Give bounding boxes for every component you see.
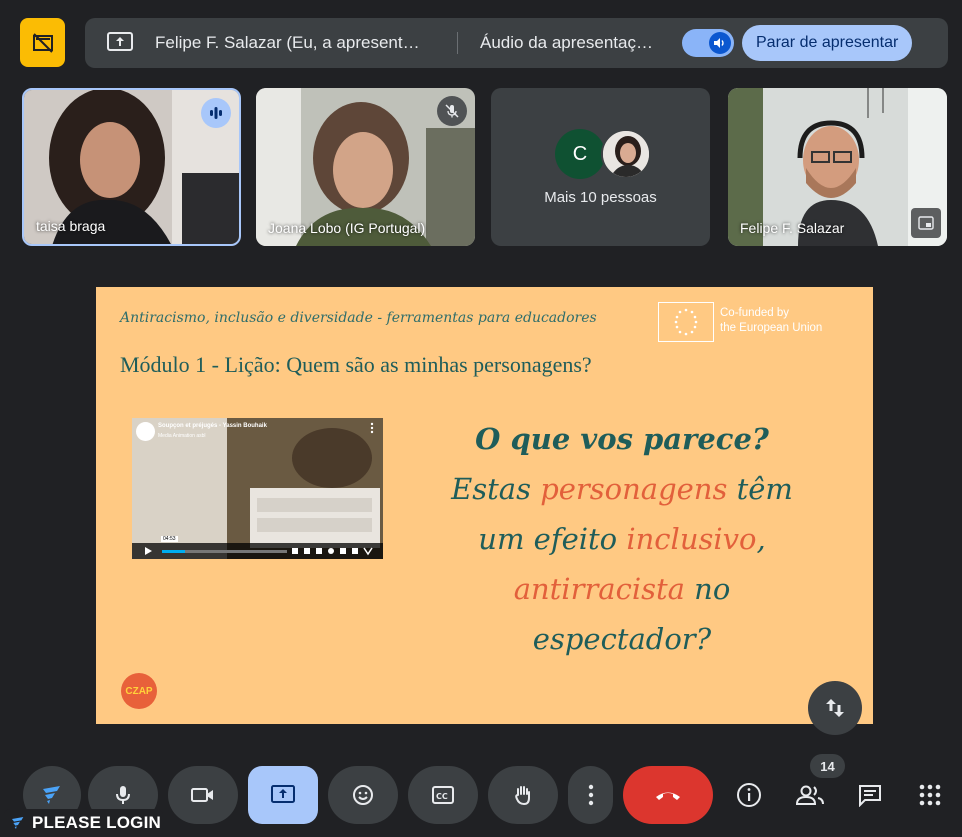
highlight-text: antirracista	[513, 572, 685, 606]
embedded-video[interactable]: Soupçon et préjugés - Yassin Bouhaik Med…	[132, 418, 383, 559]
people-button[interactable]	[790, 775, 830, 815]
avatar: C	[555, 129, 605, 179]
speaking-icon	[201, 98, 231, 128]
highlight-text: inclusivo	[626, 522, 757, 556]
slide-line: um efeito inclusivo,	[422, 522, 822, 556]
video-camera-icon	[191, 788, 213, 802]
extension-logo-icon	[43, 786, 60, 804]
extension-logo-icon	[12, 817, 24, 829]
leave-call-button[interactable]	[623, 766, 713, 824]
svg-text:CC: CC	[436, 792, 448, 801]
closed-captions-icon: CC	[432, 786, 454, 804]
call-end-icon	[656, 792, 680, 800]
more-vert-icon	[588, 784, 593, 806]
apps-grid-icon	[919, 784, 941, 806]
reactions-button[interactable]	[328, 766, 398, 824]
text-span: um efeito	[478, 522, 627, 556]
participant-name: taisa braga	[36, 218, 106, 234]
more-options-button[interactable]	[568, 766, 613, 824]
volume-icon	[709, 32, 731, 54]
more-participants-tile[interactable]: C Mais 10 pessoas	[491, 88, 710, 246]
presentation-audio-label: Áudio da apresentaç…	[480, 33, 653, 52]
raise-hand-button[interactable]	[488, 766, 558, 824]
eu-flag-logo	[658, 302, 714, 342]
text-span: Estas	[451, 472, 541, 506]
participant-tile-taisa[interactable]: taisa braga	[22, 88, 241, 246]
slide-line: antirracista no	[422, 572, 822, 606]
slide-line: Estas personagens têm	[422, 472, 822, 506]
present-screen-icon	[105, 32, 135, 54]
please-login-button[interactable]: PLEASE LOGIN	[4, 809, 163, 837]
video-title: Soupçon et préjugés - Yassin Bouhaik	[158, 423, 267, 429]
presentation-audio-toggle[interactable]	[682, 29, 734, 57]
swap-layout-button[interactable]	[808, 681, 862, 735]
participant-tile-felipe[interactable]: Felipe F. Salazar	[728, 88, 947, 246]
text-span: no	[684, 572, 731, 606]
camera-button[interactable]	[168, 766, 238, 824]
avatar-group: C	[555, 129, 651, 179]
login-label: PLEASE LOGIN	[32, 813, 161, 832]
slide-line: espectador?	[532, 622, 712, 656]
meeting-details-button[interactable]	[729, 775, 769, 815]
stop-presenting-button[interactable]: Parar de apresentar	[742, 25, 913, 61]
text-span: ,	[756, 522, 766, 556]
eu-text-line: the European Union	[720, 322, 823, 334]
video-progress-fill	[162, 550, 185, 553]
participant-tile-joana[interactable]: Joana Lobo (IG Portugal)	[256, 88, 475, 246]
slide-question: O que vos parece?	[475, 422, 769, 456]
screen-off-icon	[32, 32, 53, 53]
present-screen-button[interactable]	[248, 766, 318, 824]
czap-logo: CZAP	[121, 673, 157, 709]
participant-name: Felipe F. Salazar	[740, 220, 845, 236]
activities-button[interactable]	[910, 775, 950, 815]
chat-icon	[859, 785, 881, 807]
microphone-icon	[116, 786, 130, 804]
eu-cofunded-text: Co-funded by the European Union	[720, 306, 822, 336]
info-icon	[737, 783, 761, 807]
participant-name: Joana Lobo (IG Portugal)	[268, 220, 426, 236]
slide-title: Módulo 1 - Lição: Quem são as minhas per…	[120, 352, 592, 377]
presentation-bar: Felipe F. Salazar (Eu, a apresent… Áudio…	[85, 18, 948, 68]
chat-button[interactable]	[850, 775, 890, 815]
captions-button[interactable]: CC	[408, 766, 478, 824]
slide-header: Antiracismo, inclusão e diversidade - fe…	[120, 310, 597, 326]
highlight-text: personagens	[540, 472, 728, 506]
emoji-icon	[353, 785, 373, 805]
video-control-icons[interactable]	[290, 546, 380, 556]
swap-vertical-icon	[826, 699, 844, 717]
avatar	[601, 129, 651, 179]
pip-icon[interactable]	[911, 208, 941, 238]
video-channel: Media Animation asbl	[158, 433, 206, 439]
no-video-indicator-button[interactable]	[20, 18, 65, 67]
more-participants-label: Mais 10 pessoas	[544, 189, 657, 206]
video-more-icon[interactable]	[366, 422, 378, 434]
muted-mic-icon	[437, 96, 467, 126]
eu-text-line: Co-funded by	[720, 307, 790, 319]
hand-icon	[515, 786, 530, 806]
video-time: 04:53	[161, 536, 178, 542]
divider	[457, 32, 458, 54]
people-icon	[795, 785, 824, 805]
text-span: têm	[727, 472, 793, 506]
presenting-label: Felipe F. Salazar (Eu, a apresent…	[155, 33, 420, 52]
present-to-all-icon	[271, 785, 295, 803]
shared-slide: Antiracismo, inclusão e diversidade - fe…	[96, 287, 873, 724]
video-controls	[132, 543, 383, 559]
channel-logo	[136, 422, 155, 441]
video-progress-bar[interactable]	[162, 550, 287, 553]
play-icon[interactable]	[143, 546, 153, 556]
